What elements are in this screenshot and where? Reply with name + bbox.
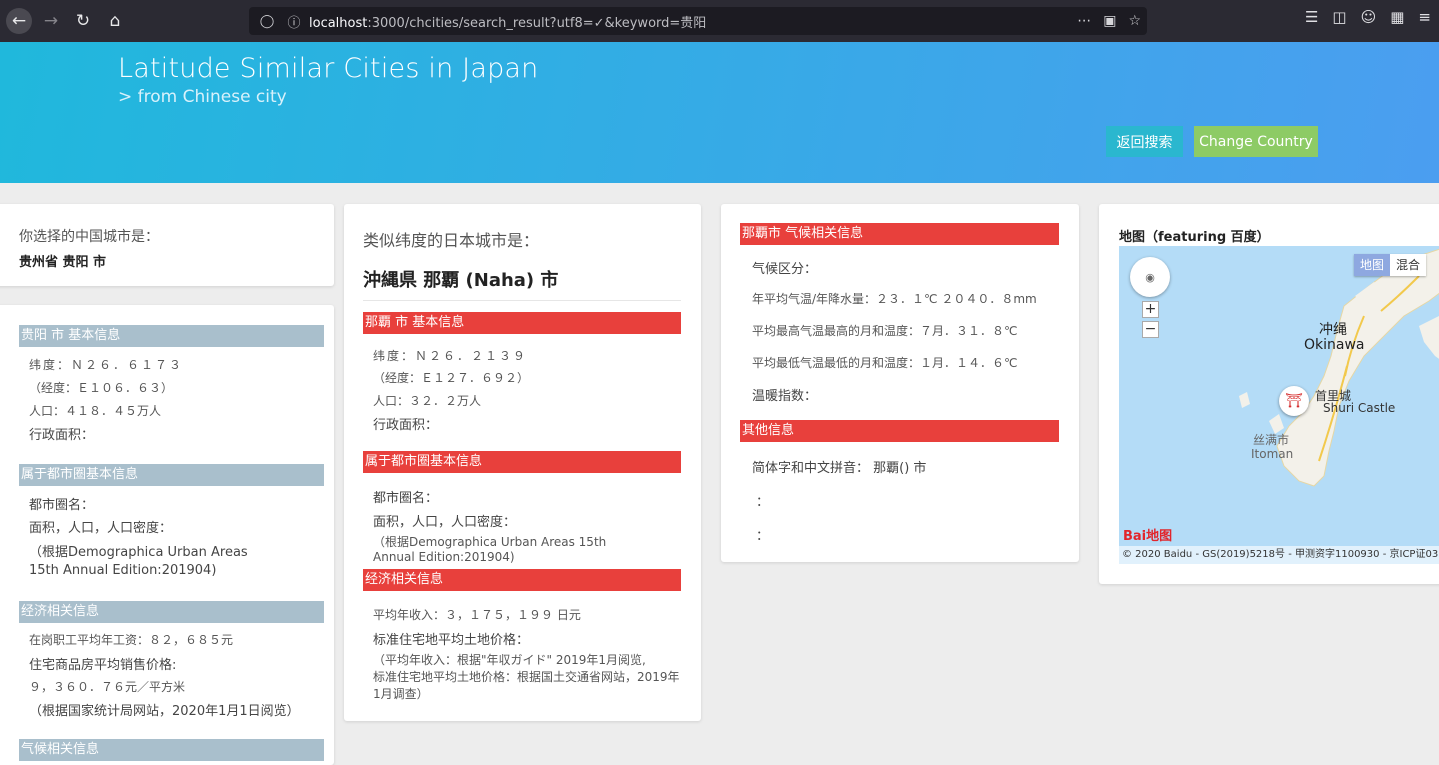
land-price-text: 标准住宅地平均土地价格： (373, 633, 530, 648)
forward-arrow-icon[interactable]: → (38, 8, 64, 34)
economy-source-line2: 标准住宅地平均土地价格：根据国土交通省网站，2019年 (373, 670, 680, 684)
home-icon[interactable]: ⌂ (102, 8, 128, 34)
housing-text: 住宅商品房平均销售价格: (29, 658, 177, 673)
selected-city-value: 贵州省 贵阳 市 (19, 255, 107, 270)
map-label-itoman-cn: 丝满市 (1253, 433, 1290, 447)
metro-stats-text: 面积，人口，人口密度： (29, 521, 173, 536)
back-to-search-button[interactable]: 返回搜索 (1106, 126, 1183, 157)
section-economy-info: 经济相关信息 (19, 601, 324, 623)
selected-city-label: 你选择的中国城市是： (19, 229, 159, 245)
browser-toolbar: ← → ↻ ⌂ ◯ ⓘ localhost:3000/chcities/sear… (0, 0, 1439, 42)
selected-city-card: 你选择的中国城市是： 贵州省 贵阳 市 (0, 204, 334, 286)
japan-climate-card: 那覇市 气候相关信息 气候区分： 年平均气温/年降水量：２３．１℃ ２０４０．８… (721, 204, 1079, 562)
housing-value-text: ９，３６０．７６元／平方米 (29, 680, 186, 694)
section-basic-info: 贵阳 市 基本信息 (19, 325, 324, 347)
chinese-city-info-card: 贵阳 市 基本信息 纬度：Ｎ２６．６１７３ （经度：Ｅ１０６．６３） 人口：４１… (0, 305, 334, 765)
economy-source-line3: 1月调查） (373, 687, 429, 701)
page-subtitle: > from Chinese city (118, 87, 287, 107)
map-label-okinawa-cn: 冲绳 (1319, 322, 1347, 338)
map-type-switch[interactable]: 地图 混合 (1354, 254, 1427, 276)
bookmark-star-icon[interactable]: ☆ (1128, 13, 1141, 29)
latitude-text: 纬度：Ｎ２６．２１３９ (373, 349, 528, 363)
extra-colon-1: ： (756, 495, 770, 510)
shield-icon[interactable]: ◯ (258, 14, 276, 29)
metro-name-text: 都市圈名： (373, 491, 439, 506)
japan-city-name: 沖縄県 那覇 (Naha) 市 (363, 270, 559, 291)
url-text[interactable]: localhost:3000/chcities/search_result?ut… (309, 12, 706, 31)
baidu-map[interactable]: 地图 混合 ◉ + − 冲绳 Okinawa ⛩ 首里城 Shuri Castl… (1119, 246, 1439, 564)
warmth-index-text: 温暖指数： (752, 389, 818, 404)
section-basic-info: 那覇 市 基本信息 (363, 312, 681, 334)
map-card: 地图（featuring 百度） 地图 混合 ◉ + − 冲绳 Okinawa … (1099, 204, 1439, 584)
extra-colon-2: ： (756, 529, 770, 544)
map-label-itoman-en: Itoman (1251, 447, 1294, 461)
zoom-out-icon[interactable]: − (1142, 321, 1159, 338)
section-climate-info: 气候相关信息 (19, 739, 324, 761)
metro-source-line1: （根据Demographica Urban Areas (29, 545, 248, 560)
section-economy-info: 经济相关信息 (363, 569, 681, 591)
metro-source-line2: Annual Edition:201904) (373, 550, 515, 564)
map-type-hybrid[interactable]: 混合 (1390, 254, 1426, 276)
zoom-in-icon[interactable]: + (1142, 301, 1159, 318)
max-temp-text: 平均最高气温最高的月和温度：７月．３１．８℃ (752, 324, 1018, 338)
longitude-text: （经度：Ｅ１２７．６９２） (373, 371, 530, 385)
japan-city-card: 类似纬度的日本城市是： 沖縄県 那覇 (Naha) 市 那覇 市 基本信息 纬度… (344, 204, 701, 721)
more-icon[interactable]: ⋯ (1077, 13, 1091, 29)
menu-icon[interactable]: ≡ (1418, 8, 1431, 26)
climate-zone-text: 气候区分： (752, 262, 818, 277)
section-metro-info: 属于都市圈基本信息 (363, 451, 681, 473)
min-temp-text: 平均最低气温最低的月和温度：１月．１４．６℃ (752, 356, 1018, 370)
url-host: localhost (309, 15, 368, 31)
annual-climate-text: 年平均气温/年降水量：２３．１℃ ２０４０．８mm (752, 292, 1037, 306)
sidebar-icon[interactable]: ◫ (1332, 8, 1346, 26)
population-text: 人口：３２．２万人 (373, 394, 482, 408)
metro-source-line2: 15th Annual Edition:201904) (29, 563, 217, 578)
address-bar[interactable]: ◯ ⓘ localhost:3000/chcities/search_resul… (249, 7, 1147, 35)
map-copyright: © 2020 Baidu - GS(2019)5218号 - 甲测资字11009… (1119, 546, 1439, 564)
library-icon[interactable]: ☰ (1305, 8, 1318, 26)
area-text: 行政面积： (373, 418, 439, 433)
header-banner: Latitude Similar Cities in Japan > from … (0, 42, 1439, 183)
divider (363, 300, 681, 301)
baidu-logo[interactable]: Bai地图 (1123, 525, 1172, 544)
metro-stats-text: 面积，人口，人口密度： (373, 515, 517, 530)
map-title: 地图（featuring 百度） (1119, 230, 1270, 245)
section-climate-info: 那覇市 气候相关信息 (740, 223, 1059, 245)
extensions-icon[interactable]: ▦ (1390, 8, 1404, 26)
account-icon[interactable]: ☺ (1361, 8, 1377, 26)
reload-icon[interactable]: ↻ (70, 8, 96, 34)
wage-text: 在岗职工平均年工资：８２，６８５元 (29, 633, 234, 647)
income-text: 平均年收入：３，１７５，１９９ 日元 (373, 608, 581, 622)
economy-source-line1: （平均年收入：根据"年収ガイド" 2019年1月阅览, (373, 653, 646, 667)
page-title: Latitude Similar Cities in Japan (118, 53, 539, 84)
url-path: :3000/chcities/search_result?utf8=✓&keyw… (367, 15, 707, 31)
economy-source-text: （根据国家统计局网站，2020年1月1日阅览） (29, 704, 300, 719)
back-arrow-icon[interactable]: ← (6, 8, 32, 34)
simplified-name-text: 简体字和中文拼音： 那覇() 市 (752, 461, 927, 476)
pan-control-icon[interactable]: ◉ (1130, 257, 1170, 297)
population-text: 人口：４１８．４５万人 (29, 404, 162, 418)
area-text: 行政面积： (29, 428, 95, 443)
section-metro-info: 属于都市圈基本信息 (19, 464, 324, 486)
map-label-okinawa-en: Okinawa (1304, 337, 1365, 353)
japan-city-heading: 类似纬度的日本城市是： (363, 231, 540, 250)
pocket-icon[interactable]: ▣ (1103, 13, 1116, 29)
metro-source-line1: （根据Demographica Urban Areas 15th (373, 535, 607, 549)
map-label-shuri-en: Shuri Castle (1323, 401, 1396, 415)
change-country-button[interactable]: Change Country (1194, 126, 1318, 157)
longitude-text: （经度：Ｅ１０６．６３） (29, 381, 174, 395)
section-other-info: 其他信息 (740, 420, 1059, 442)
latitude-text: 纬度：Ｎ２６．６１７３ (29, 358, 184, 372)
map-type-map[interactable]: 地图 (1354, 254, 1391, 276)
metro-name-text: 都市圈名： (29, 498, 95, 513)
castle-marker-icon[interactable]: ⛩ (1279, 386, 1309, 416)
info-icon[interactable]: ⓘ (285, 12, 303, 31)
